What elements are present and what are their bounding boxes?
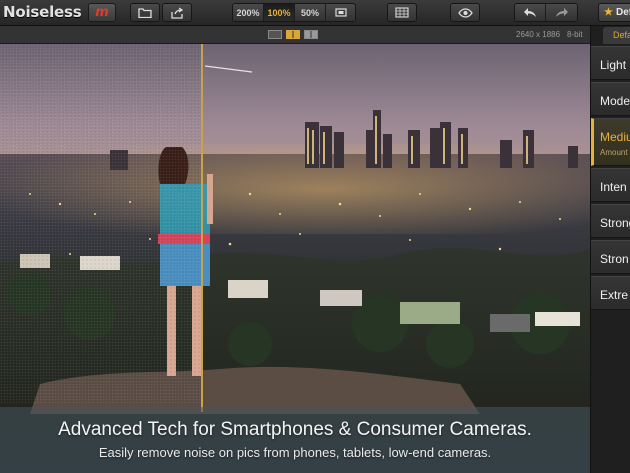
view-mode-single-icon[interactable] [268,30,282,39]
preset-medium-label: Mediu [600,130,630,144]
view-mode-split-icon[interactable] [286,30,300,39]
open-folder-icon [138,8,152,18]
preset-amount-label: Amount [600,148,628,157]
split-divider[interactable] [201,44,203,412]
grid-icon [395,7,409,18]
bit-depth: 8-bit [567,30,583,39]
toolbar: Noiseless m 200% 100% 50% ★ De [0,0,630,26]
preset-moderate[interactable]: Mode [591,82,630,116]
share-icon [171,6,184,19]
macphun-logo-icon[interactable]: m [88,3,116,22]
fit-screen-button[interactable] [326,4,355,21]
zoom-50-button[interactable]: 50% [295,4,326,21]
fit-screen-icon [334,8,347,17]
preset-intense[interactable]: Inten [591,168,630,202]
eye-icon [457,7,473,18]
share-button[interactable] [162,3,192,22]
undo-button[interactable] [515,4,546,21]
redo-button[interactable] [546,4,577,21]
redo-icon [555,8,568,17]
history-group [514,3,578,22]
preset-light[interactable]: Light [591,46,630,80]
grid-button[interactable] [387,3,417,22]
promo-subline: Easily remove noise on pics from phones,… [98,445,492,460]
zoom-200-button[interactable]: 200% [233,4,264,21]
view-mode-switcher [268,30,318,39]
preset-medium[interactable]: Mediu Amount [591,118,630,166]
preset-strong[interactable]: Strong [591,204,630,238]
open-button[interactable] [130,3,160,22]
preview-button[interactable] [450,3,480,22]
undo-icon [524,8,536,17]
app-title: Noiseless [3,3,82,21]
noisy-original-overlay [0,44,201,404]
presets-tab[interactable]: Defa [603,27,630,44]
zoom-group: 200% 100% 50% [232,3,356,22]
preset-stronger[interactable]: Stron [591,240,630,274]
presets-label: Defa [615,7,630,18]
star-icon: ★ [604,7,613,18]
preset-extreme[interactable]: Extre [591,276,630,310]
view-mode-side-by-side-icon[interactable] [304,30,318,39]
image-canvas[interactable] [0,44,590,473]
presets-dropdown[interactable]: ★ Defa [598,3,630,22]
zoom-100-button[interactable]: 100% [264,4,295,21]
image-dimensions: 2640 x 1886 [516,30,561,39]
info-bar: 2640 x 1886 8-bit [0,26,590,44]
promo-headline: Advanced Tech for Smartphones & Consumer… [58,419,532,440]
